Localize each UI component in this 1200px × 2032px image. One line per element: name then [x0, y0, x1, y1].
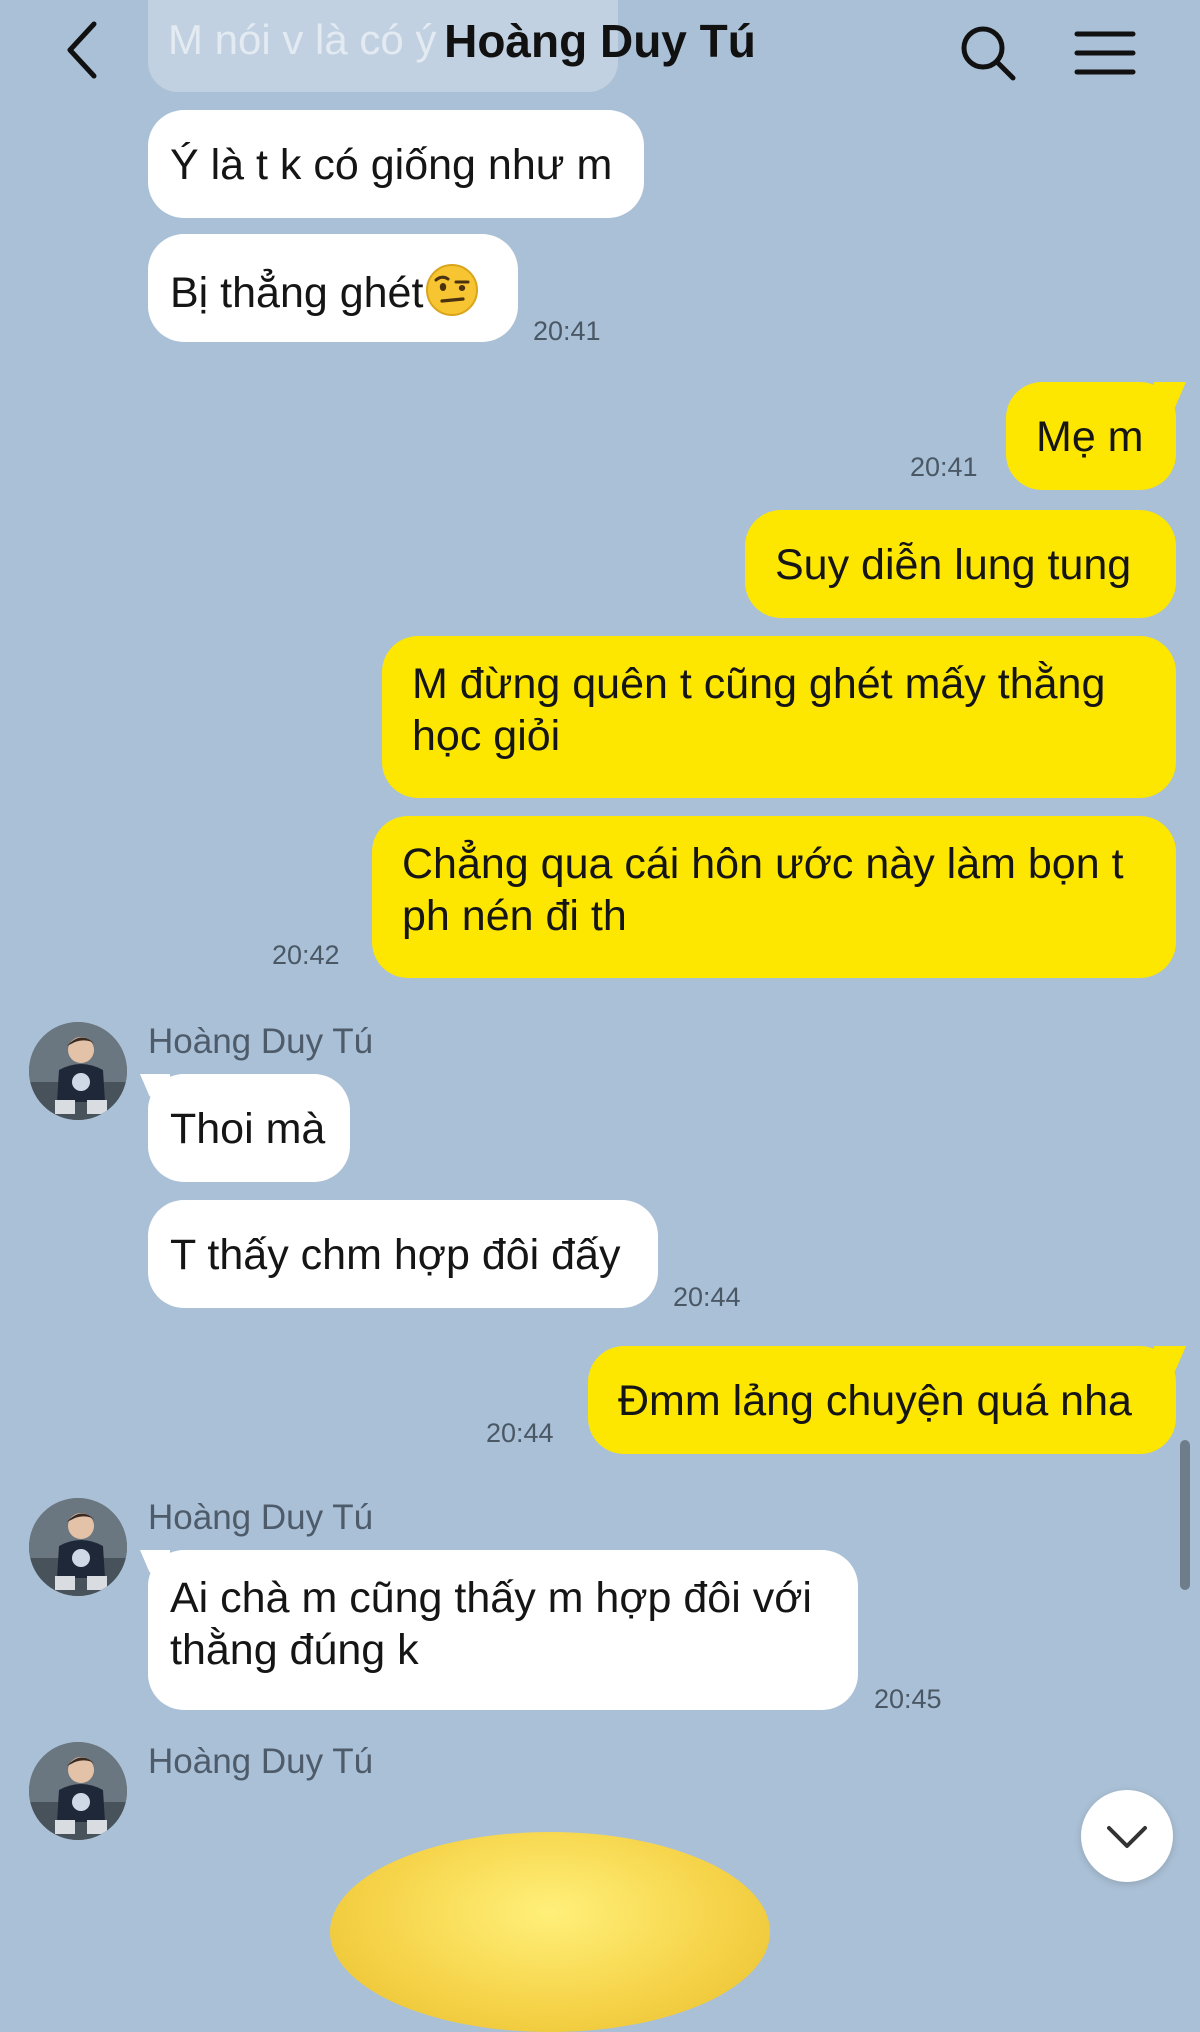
message-text: Thoi mà — [170, 1105, 326, 1153]
avatar[interactable] — [29, 1022, 127, 1120]
avatar-image — [29, 1498, 127, 1596]
message-timestamp: 20:44 — [486, 1418, 554, 1448]
outgoing-message-bubble[interactable]: M đừng quên t cũng ghét mấy thằng học gi… — [382, 636, 1176, 798]
menu-button[interactable] — [1070, 20, 1140, 90]
message-text: T thấy chm hợp đôi đấy — [170, 1231, 621, 1279]
outgoing-message-bubble[interactable]: Suy diễn lung tung — [745, 510, 1176, 618]
message-text: Mẹ m — [1036, 413, 1144, 461]
search-icon — [961, 26, 1016, 81]
message-text: Chẳng qua cái hôn ước này làm bọn t ph n… — [402, 840, 1124, 940]
message-text: Đmm lảng chuyện quá nha — [618, 1377, 1132, 1425]
scroll-to-bottom-button[interactable] — [1081, 1790, 1173, 1882]
chevron-down-icon — [1107, 1826, 1147, 1848]
chat-title: Hoàng Duy Tú — [444, 15, 756, 67]
outgoing-message-bubble[interactable]: Đmm lảng chuyện quá nha — [588, 1346, 1176, 1454]
message-text: Bị thẳng ghét — [170, 269, 424, 317]
message-timestamp: 20:44 — [673, 1282, 741, 1312]
sender-name: Hoàng Duy Tú — [148, 1742, 374, 1781]
avatar-image — [29, 1022, 127, 1120]
avatar[interactable] — [29, 1498, 127, 1596]
incoming-message-bubble[interactable]: T thấy chm hợp đôi đấy — [148, 1200, 658, 1308]
chevron-left-icon — [67, 21, 97, 79]
message-text: M đừng quên t cũng ghét mấy thằng học gi… — [412, 660, 1106, 760]
message-text: Ý là t k có giống như m — [170, 141, 613, 189]
avatar[interactable] — [29, 1742, 127, 1840]
scrolled-message-text: M nói v là có ý — [168, 16, 437, 63]
message-timestamp: 20:41 — [910, 452, 978, 482]
incoming-message-bubble[interactable]: Bị thẳng ghét — [148, 234, 518, 342]
outgoing-message-bubble[interactable]: Mẹ m — [1006, 382, 1176, 490]
chat-screen: M nói v là có ý Hoàng Duy Tú Ý là t k có… — [0, 0, 1200, 2032]
search-button[interactable] — [955, 20, 1025, 90]
message-text: Ai chà m cũng thấy m hợp đôi với thằng đ… — [170, 1574, 812, 1674]
incoming-message-bubble[interactable]: Ý là t k có giống như m — [148, 110, 644, 218]
outgoing-message-bubble[interactable]: Chẳng qua cái hôn ước này làm bọn t ph n… — [372, 816, 1176, 978]
back-button[interactable] — [58, 8, 118, 88]
scrollbar[interactable] — [1180, 1440, 1190, 1590]
message-timestamp: 20:41 — [533, 316, 601, 346]
sender-name: Hoàng Duy Tú — [148, 1498, 374, 1537]
incoming-message-bubble[interactable]: Ai chà m cũng thấy m hợp đôi với thằng đ… — [148, 1550, 858, 1710]
face-with-raised-eyebrow-icon — [426, 264, 479, 316]
incoming-message-bubble[interactable]: Thoi mà — [148, 1074, 350, 1182]
menu-icon — [1074, 31, 1136, 75]
avatar-image — [29, 1742, 127, 1840]
sender-name: Hoàng Duy Tú — [148, 1022, 374, 1061]
message-text: Suy diễn lung tung — [775, 541, 1132, 589]
message-timestamp: 20:42 — [272, 940, 340, 970]
sticker-message[interactable] — [330, 1832, 770, 2032]
message-timestamp: 20:45 — [874, 1684, 942, 1714]
